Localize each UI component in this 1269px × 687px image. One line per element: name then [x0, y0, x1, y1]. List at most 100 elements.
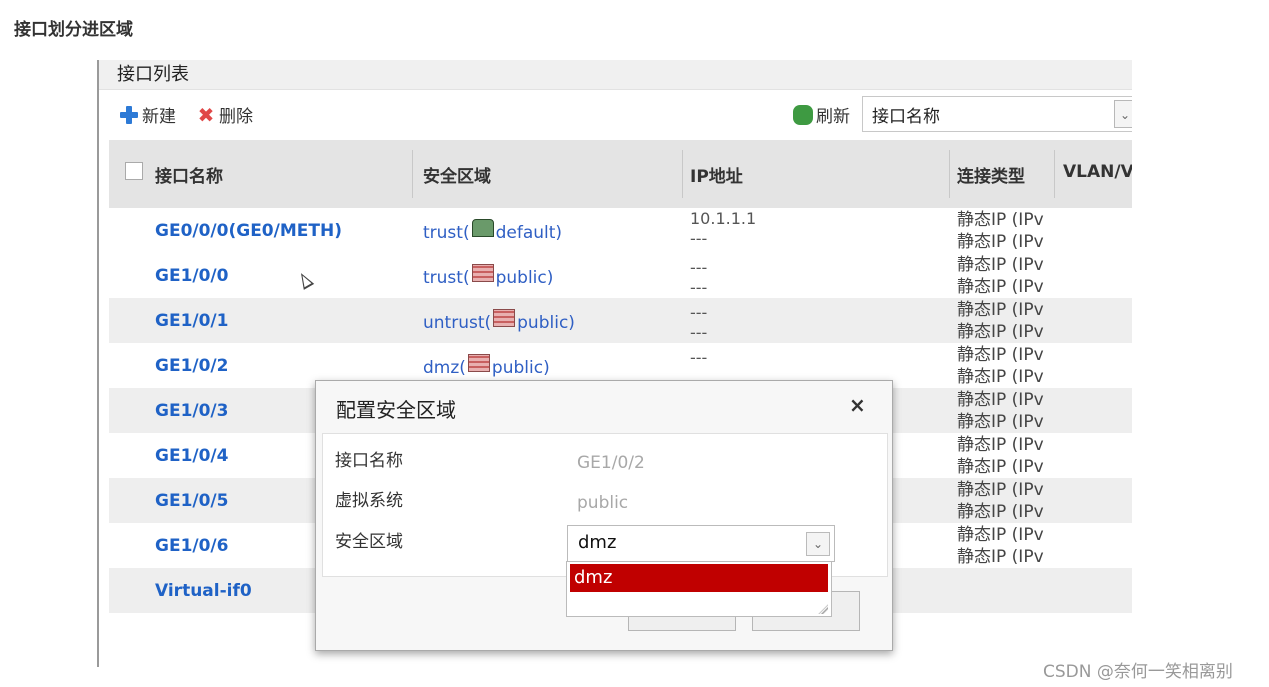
connection-cell: 静态IP (IPv 静态IP (IPv [957, 479, 1057, 523]
refresh-icon [793, 104, 813, 125]
connection-cell: 静态IP (IPv 静态IP (IPv [957, 254, 1057, 298]
vsys-icon [471, 219, 494, 237]
new-button[interactable]: 新建 [119, 102, 176, 127]
page-heading: 接口划分进区域 [14, 20, 133, 40]
connection-cell: 静态IP (IPv 静态IP (IPv [957, 344, 1057, 388]
ip-value: --- [690, 348, 708, 367]
interface-name-value: GE1/0/2 [577, 453, 645, 473]
zone-dropdown-list: dmz [566, 561, 832, 617]
column-divider [949, 150, 950, 198]
search-field-select[interactable]: 接口名称 ⌄ [862, 96, 1132, 132]
ip-value: --- [690, 258, 708, 277]
interface-name[interactable]: GE0/0/0(GE0/METH) [155, 221, 342, 241]
firewall-icon [471, 264, 494, 282]
refresh-button[interactable]: 刷新 [793, 102, 850, 127]
connection-type: 静态IP (IPv [957, 390, 1044, 410]
column-header-connection[interactable]: 连接类型 [957, 162, 1025, 187]
interface-name[interactable]: GE1/0/3 [155, 401, 228, 421]
delete-button[interactable]: ✖ 删除 [196, 102, 253, 128]
ip-cell: 10.1.1.1 --- [690, 209, 756, 249]
vsys-value: public [577, 493, 629, 513]
zone-cell[interactable]: trust( default) [423, 219, 563, 243]
ip-value: --- [690, 303, 708, 322]
firewall-icon [493, 309, 516, 327]
ip-value: 10.1.1.1 [690, 209, 757, 228]
vsys-name: public) [495, 268, 554, 288]
column-header-zone[interactable]: 安全区域 [423, 162, 491, 187]
connection-type: 静态IP (IPv [957, 457, 1044, 477]
new-button-label: 新建 [142, 107, 176, 127]
interface-name[interactable]: GE1/0/2 [155, 356, 228, 376]
column-header-interface[interactable]: 接口名称 [155, 162, 223, 187]
interface-name[interactable]: GE1/0/0 [155, 266, 228, 286]
table-header: 接口名称 安全区域 IP地址 连接类型 VLAN/V [109, 140, 1132, 208]
security-zone-value: dmz [578, 532, 617, 553]
table-row[interactable]: GE1/0/0 trust( public) --- --- 静态IP (IPv … [109, 253, 1132, 298]
ip-cell: --- --- [690, 303, 707, 343]
interface-name[interactable]: GE1/0/1 [155, 311, 228, 331]
zone-name: untrust( [423, 313, 492, 333]
interface-name-label: 接口名称 [335, 451, 403, 471]
dialog-body: 接口名称 GE1/0/2 虚拟系统 public 安全区域 dmz ⌄ [322, 433, 888, 577]
interface-name[interactable]: GE1/0/6 [155, 536, 228, 556]
dialog-title: 配置安全区域 [336, 398, 456, 422]
connection-type: 静态IP (IPv [957, 255, 1044, 275]
zone-cell[interactable]: untrust( public) [423, 309, 575, 333]
ip-value: --- [690, 229, 708, 248]
connection-type: 静态IP (IPv [957, 232, 1044, 252]
interface-name[interactable]: Virtual-if0 [155, 581, 252, 601]
connection-type: 静态IP (IPv [957, 300, 1044, 320]
vsys-label: 虚拟系统 [335, 491, 403, 511]
column-header-vlan[interactable]: VLAN/V [1063, 162, 1132, 182]
ip-value: --- [690, 278, 708, 297]
resize-grip-icon[interactable] [818, 604, 828, 614]
chevron-down-icon[interactable]: ⌄ [806, 532, 830, 556]
ip-value: --- [690, 323, 708, 342]
connection-type: 静态IP (IPv [957, 502, 1044, 522]
connection-type: 静态IP (IPv [957, 210, 1044, 230]
vsys-name: public) [517, 313, 575, 333]
zone-name: dmz( [423, 358, 466, 378]
zone-cell[interactable]: trust( public) [423, 264, 554, 288]
column-divider [682, 150, 683, 198]
table-row[interactable]: GE1/0/1 untrust( public) --- --- 静态IP (IP… [109, 298, 1132, 343]
panel-title: 接口列表 [117, 64, 189, 85]
chevron-down-icon[interactable]: ⌄ [1114, 100, 1132, 128]
connection-type: 静态IP (IPv [957, 525, 1044, 545]
delete-button-label: 删除 [219, 107, 253, 127]
vsys-name: public) [491, 358, 550, 378]
delete-icon: ✖ [197, 102, 215, 127]
column-divider [412, 150, 413, 198]
zone-cell[interactable]: dmz( public) [423, 354, 550, 378]
refresh-button-label: 刷新 [816, 107, 850, 127]
interface-name[interactable]: GE1/0/5 [155, 491, 228, 511]
zone-name: trust( [423, 223, 470, 243]
connection-type: 静态IP (IPv [957, 322, 1044, 342]
connection-cell: 静态IP (IPv 静态IP (IPv [957, 299, 1057, 343]
vsys-name: default) [495, 223, 563, 243]
connection-type: 静态IP (IPv [957, 480, 1044, 500]
close-icon[interactable]: × [849, 393, 866, 417]
plus-icon [119, 105, 139, 125]
watermark: CSDN @奈何一笑相离别 [1043, 662, 1233, 682]
panel-title-bar: 接口列表 [99, 60, 1132, 90]
connection-type: 静态IP (IPv [957, 435, 1044, 455]
connection-cell: 静态IP (IPv 静态IP (IPv [957, 209, 1057, 253]
security-zone-input[interactable]: dmz ⌄ [567, 525, 835, 562]
interface-name[interactable]: GE1/0/4 [155, 446, 228, 466]
search-field-value: 接口名称 [872, 107, 940, 127]
select-all-checkbox[interactable] [125, 162, 143, 180]
column-header-ip[interactable]: IP地址 [690, 162, 743, 187]
connection-type: 静态IP (IPv [957, 277, 1044, 297]
connection-cell: 静态IP (IPv 静态IP (IPv [957, 389, 1057, 433]
table-row[interactable]: GE0/0/0(GE0/METH) trust( default) 10.1.1.… [109, 208, 1132, 253]
connection-type: 静态IP (IPv [957, 367, 1044, 387]
ip-cell: --- --- [690, 258, 707, 298]
connection-type: 静态IP (IPv [957, 345, 1044, 365]
dropdown-option-dmz[interactable]: dmz [570, 564, 828, 592]
ip-cell: --- [690, 348, 707, 368]
connection-cell: 静态IP (IPv 静态IP (IPv [957, 524, 1057, 568]
zone-name: trust( [423, 268, 470, 288]
connection-type: 静态IP (IPv [957, 547, 1044, 567]
firewall-icon [467, 354, 490, 372]
